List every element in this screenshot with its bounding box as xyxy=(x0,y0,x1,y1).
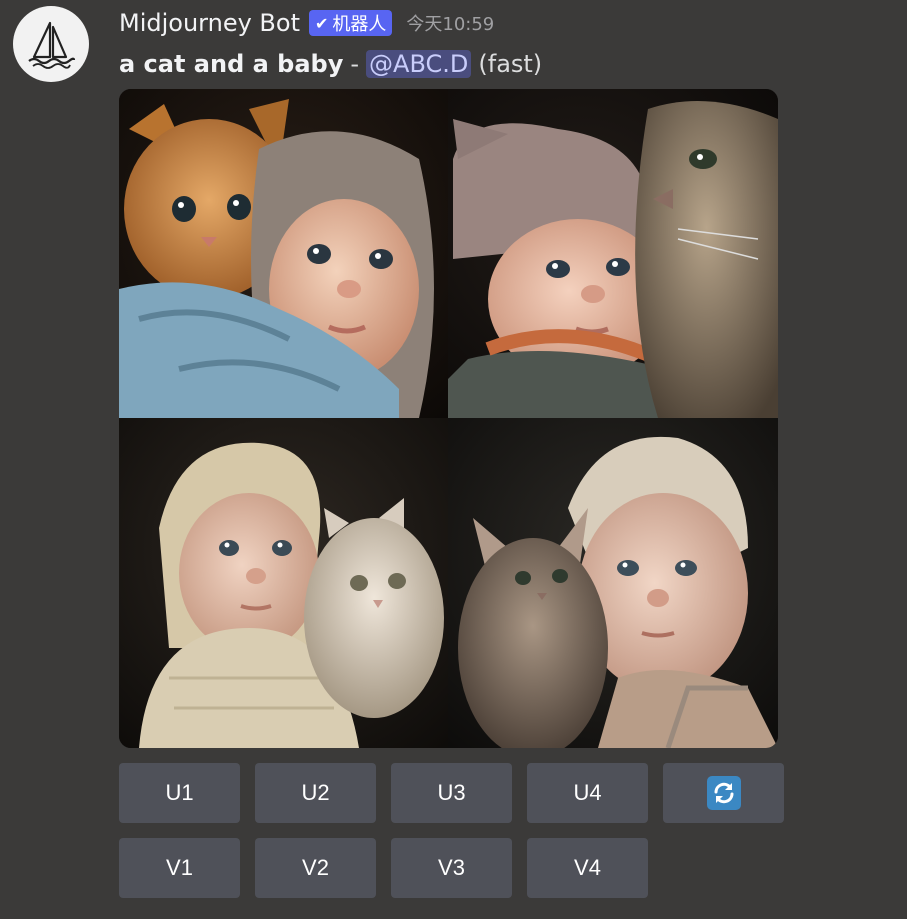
message-header: Midjourney Bot ✔ 机器人 今天10:59 xyxy=(119,6,494,40)
speed-label: (fast) xyxy=(478,50,543,78)
checkmark-icon: ✔ xyxy=(314,13,329,33)
cat-baby-image-4[interactable] xyxy=(448,418,778,748)
prompt-text: a cat and a baby xyxy=(119,50,344,78)
variation-button-row: V1 V2 V3 V4 xyxy=(119,838,648,898)
cat-baby-image-3[interactable] xyxy=(119,418,448,748)
username[interactable]: Midjourney Bot xyxy=(119,9,300,37)
timestamp: 今天10:59 xyxy=(406,14,495,35)
image-grid[interactable] xyxy=(119,89,778,748)
variation-button-1[interactable]: V1 xyxy=(119,838,240,898)
bot-badge-label: 机器人 xyxy=(332,14,387,35)
separator: - xyxy=(350,50,360,78)
cat-baby-image-1[interactable] xyxy=(119,89,448,418)
reroll-button[interactable] xyxy=(663,763,784,823)
variation-button-2[interactable]: V2 xyxy=(255,838,376,898)
bot-avatar[interactable] xyxy=(13,6,89,82)
user-mention[interactable]: @ABC.D xyxy=(366,50,472,78)
refresh-icon xyxy=(706,776,741,810)
sailboat-logo-icon xyxy=(28,21,76,69)
upscale-button-row: U1 U2 U3 U4 xyxy=(119,763,784,823)
bot-badge: ✔ 机器人 xyxy=(308,10,393,36)
upscale-button-2[interactable]: U2 xyxy=(255,763,376,823)
upscale-button-4[interactable]: U4 xyxy=(527,763,648,823)
message-content: a cat and a baby - @ABC.D (fast) xyxy=(119,46,542,82)
upscale-button-1[interactable]: U1 xyxy=(119,763,240,823)
chat-message: Midjourney Bot ✔ 机器人 今天10:59 a cat and a… xyxy=(0,0,907,919)
upscale-button-3[interactable]: U3 xyxy=(391,763,512,823)
variation-button-3[interactable]: V3 xyxy=(391,838,512,898)
variation-button-4[interactable]: V4 xyxy=(527,838,648,898)
cat-baby-image-2[interactable] xyxy=(448,89,778,418)
